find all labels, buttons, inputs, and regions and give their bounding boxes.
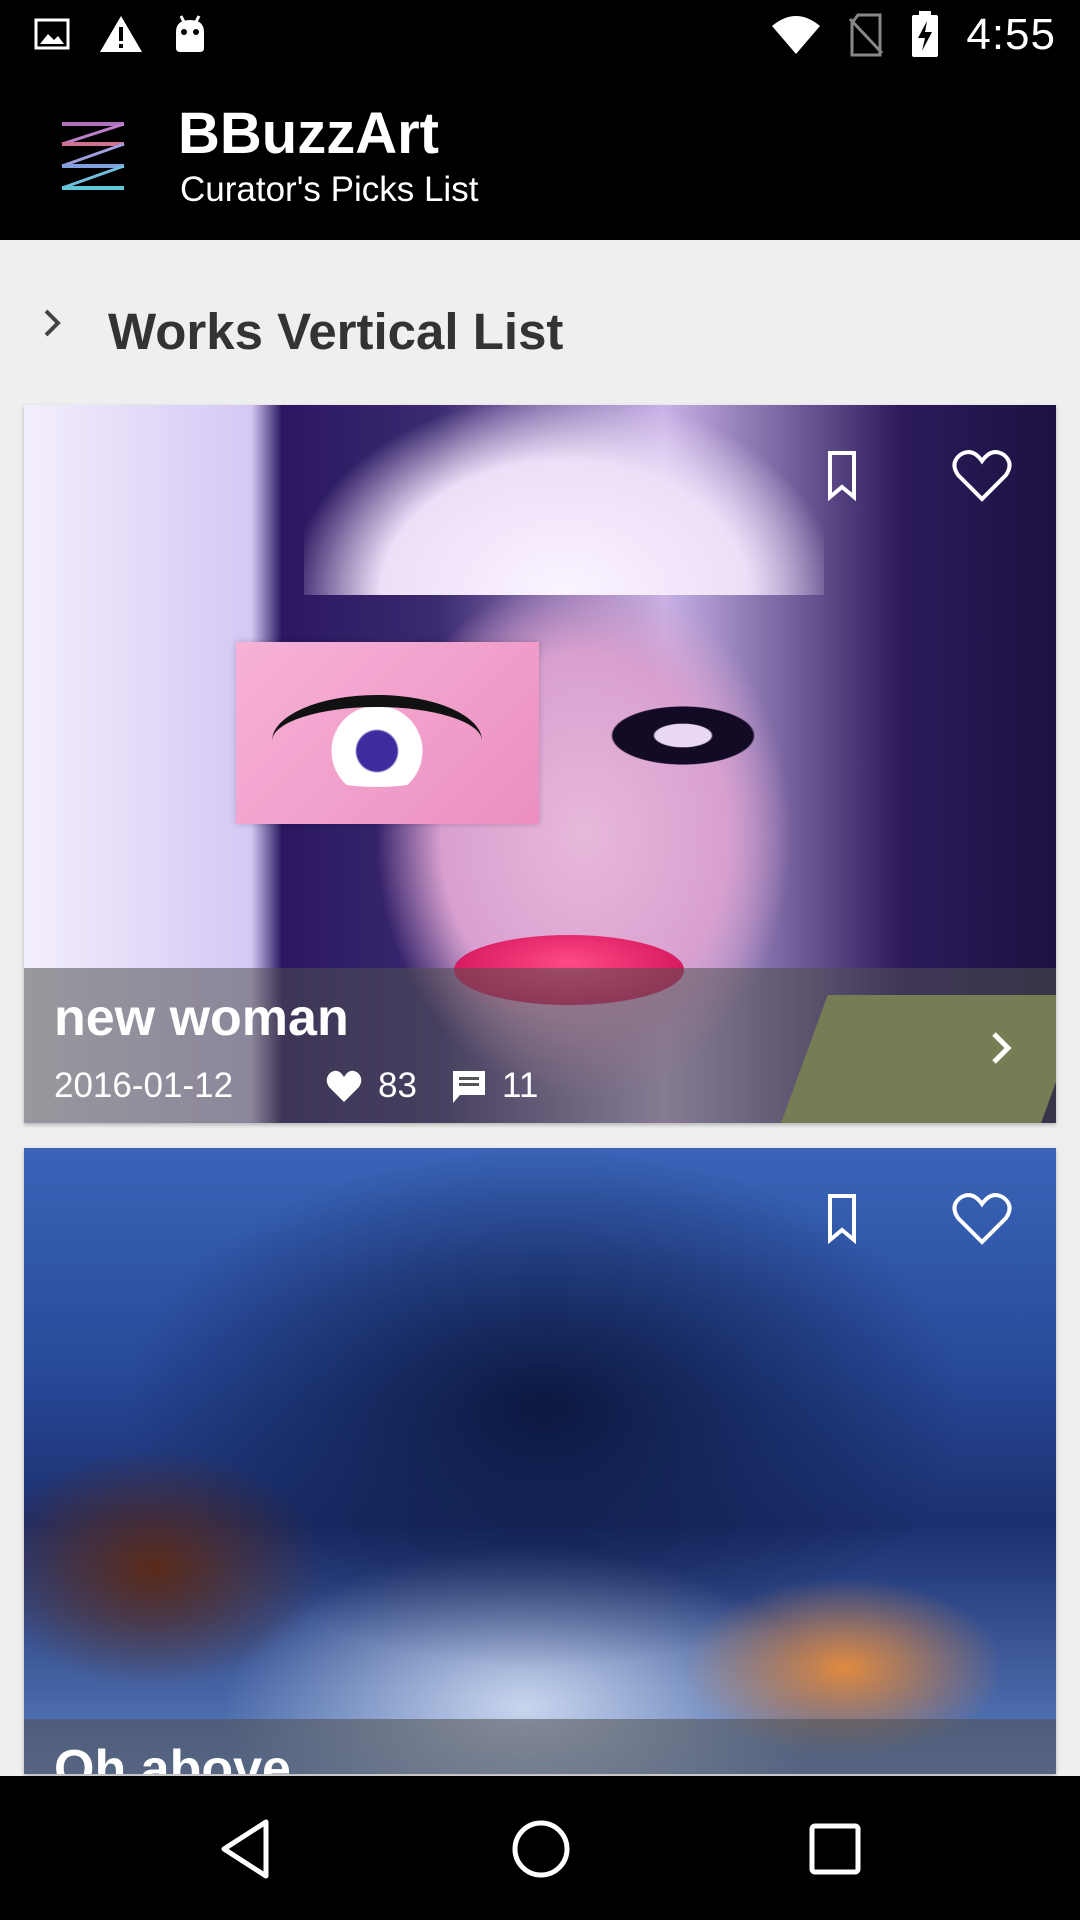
app-bar: BBuzzArt Curator's Picks List [0,72,1080,240]
card-info: Oh above [24,1719,1056,1774]
status-time: 4:55 [966,10,1056,59]
navigation-bar [0,1776,1080,1920]
heart-filled-icon [326,1070,362,1102]
bookmark-icon[interactable] [812,445,872,505]
home-icon[interactable] [506,1814,576,1884]
likes-count: 83 [378,1066,417,1105]
battery-charging-icon [912,11,939,57]
no-sim-icon [849,13,884,57]
status-system: 4:55 [770,10,1056,60]
heart-icon[interactable] [950,1188,1014,1248]
app-subtitle: Curator's Picks List [180,170,479,209]
image-icon [34,18,70,50]
art-detail [304,405,824,595]
work-title: Oh above [54,1740,291,1774]
android-icon [176,15,204,52]
work-card[interactable]: Oh above [24,1148,1056,1774]
art-detail [584,695,804,785]
status-bar: 4:55 [0,0,1080,72]
back-icon[interactable] [212,1814,282,1884]
work-date: 2016-01-12 [54,1066,234,1105]
status-notifications [34,14,208,54]
chevron-right-icon [44,309,61,337]
warning-icon [100,16,142,52]
chevron-right-icon[interactable] [988,1028,1016,1068]
section-header[interactable]: Works Vertical List [0,240,1080,405]
section-title: Works Vertical List [108,303,564,360]
menu-logo-icon[interactable] [58,118,128,194]
comment-icon [453,1071,485,1103]
recents-icon[interactable] [800,1814,870,1884]
work-title: new woman [54,989,349,1047]
bookmark-icon[interactable] [812,1188,872,1248]
heart-icon[interactable] [950,445,1014,505]
artwork-image[interactable] [24,1148,1056,1774]
app-title: BBuzzArt [178,101,439,166]
card-info: new woman 2016-01-12 83 11 [24,968,1056,1123]
art-detail [272,695,482,787]
comments-count: 11 [502,1066,539,1105]
wifi-icon [772,16,821,54]
work-card[interactable]: new woman 2016-01-12 83 11 [24,405,1056,1123]
